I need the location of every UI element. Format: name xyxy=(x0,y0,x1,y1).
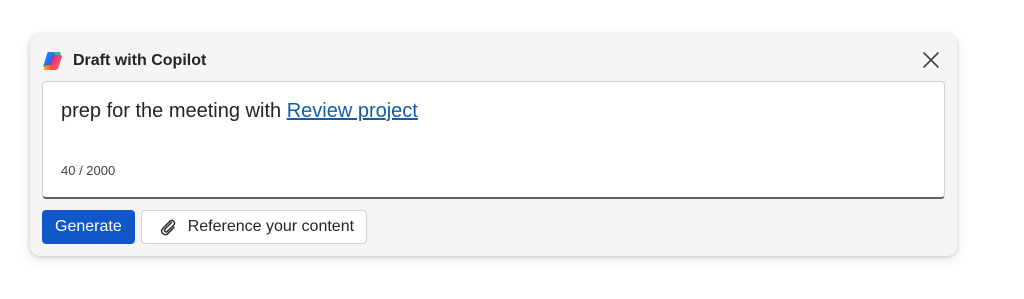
close-button[interactable] xyxy=(919,48,943,72)
prompt-reference-link[interactable]: Review project xyxy=(287,100,418,122)
dialog-actions: Generate Reference your content xyxy=(42,210,368,244)
draft-with-copilot-dialog: Draft with Copilot prep for the meeting … xyxy=(30,34,957,256)
close-icon xyxy=(923,52,939,68)
generate-button[interactable]: Generate xyxy=(42,210,135,244)
character-counter: 40 / 2000 xyxy=(61,163,116,178)
prompt-editor[interactable]: prep for the meeting with Review project… xyxy=(42,81,945,199)
reference-content-label: Reference your content xyxy=(187,218,355,235)
reference-content-button[interactable]: Reference your content xyxy=(140,210,368,244)
copilot-logo-icon xyxy=(41,49,65,73)
prompt-content[interactable]: prep for the meeting with Review project xyxy=(61,100,418,123)
dialog-title: Draft with Copilot xyxy=(73,52,207,69)
prompt-text: prep for the meeting with xyxy=(61,100,287,122)
dialog-header: Draft with Copilot xyxy=(41,48,206,74)
paperclip-icon xyxy=(158,217,178,237)
